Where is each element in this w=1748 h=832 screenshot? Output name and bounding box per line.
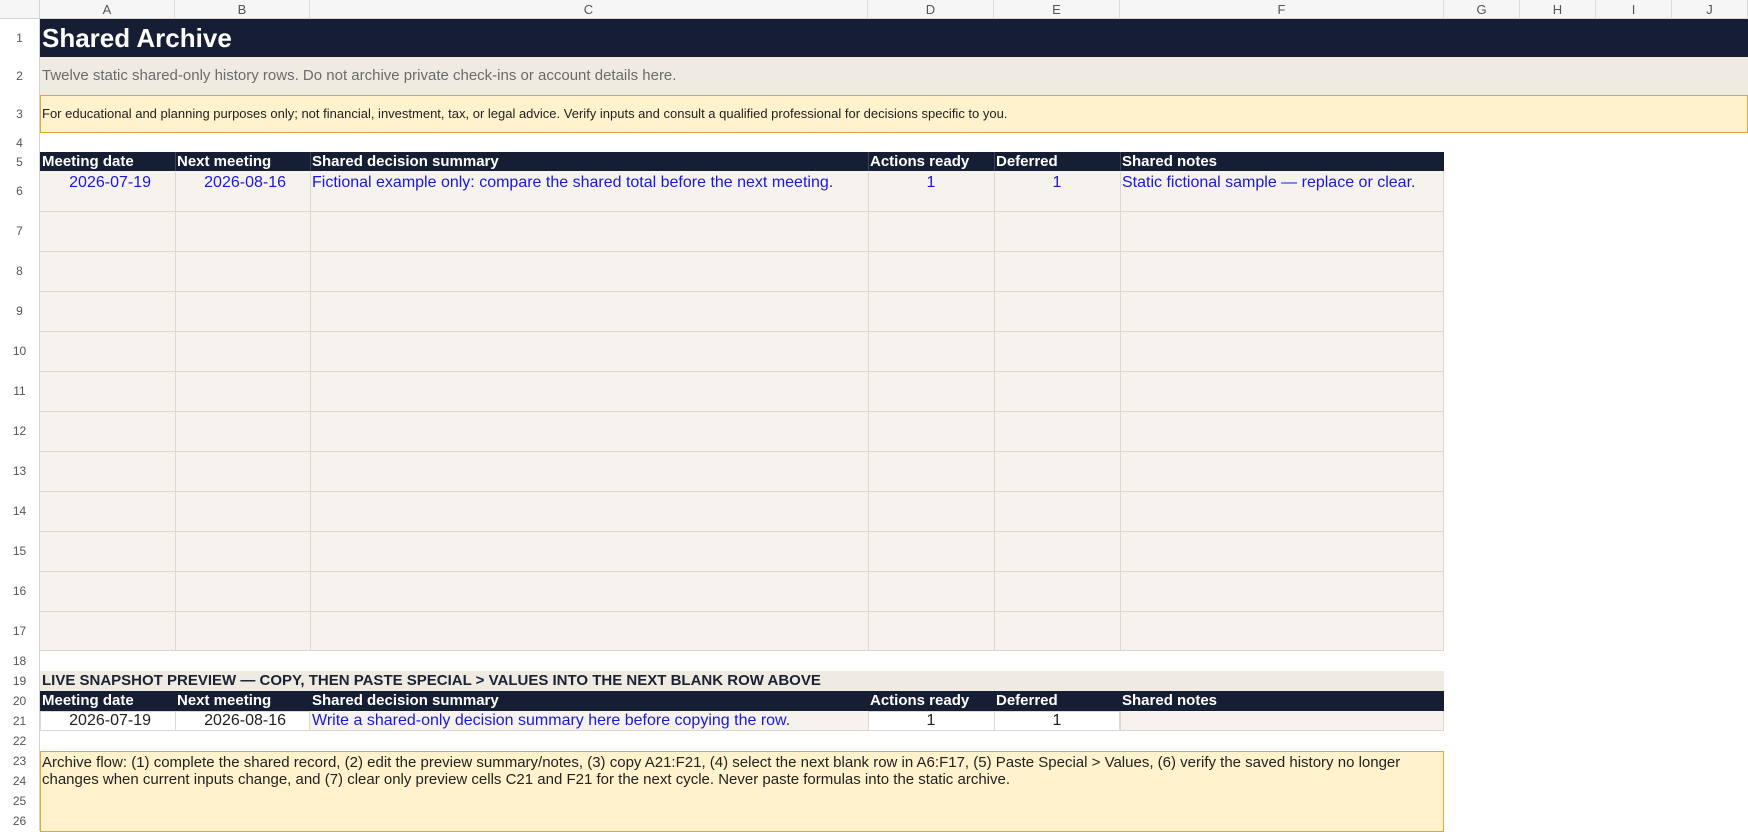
column-header-d[interactable]: D [868, 0, 994, 19]
preview-notes-cell[interactable] [1120, 711, 1444, 731]
preview-title[interactable]: LIVE SNAPSHOT PREVIEW — COPY, THEN PASTE… [40, 671, 1440, 691]
column-header-f[interactable]: F [1120, 0, 1444, 19]
select-all-corner[interactable] [0, 0, 40, 19]
preview-deferred-cell[interactable]: 1 [994, 711, 1120, 731]
archive-actions-ready-cell[interactable]: 1 [868, 171, 994, 195]
preview-actions-ready-cell[interactable]: 1 [868, 711, 994, 731]
header-shared-decision-summary[interactable]: Shared decision summary [310, 152, 868, 171]
row-header-19[interactable]: 19 [0, 671, 40, 691]
row-header-9[interactable]: 9 [0, 291, 40, 331]
row-header-11[interactable]: 11 [0, 371, 40, 411]
row-header-15[interactable]: 15 [0, 531, 40, 571]
column-header-j[interactable]: J [1672, 0, 1748, 19]
gridline [40, 331, 1444, 332]
preview-meeting-date-cell[interactable]: 2026-07-19 [40, 711, 151, 731]
row-header-24[interactable]: 24 [0, 771, 40, 791]
spreadsheet: A B C D E F G H I J 1 2 3 4 5 6 7 8 9 10… [0, 0, 1748, 832]
sheet-title[interactable]: Shared Archive [40, 19, 940, 57]
row-header-2[interactable]: 2 [0, 57, 40, 95]
archive-summary-cell[interactable]: Fictional example only: compare the shar… [310, 171, 868, 195]
archive-meeting-date-cell[interactable]: 2026-07-19 [40, 171, 175, 195]
row-header-7[interactable]: 7 [0, 211, 40, 251]
archive-flow-text[interactable]: Archive flow: (1) complete the shared re… [40, 751, 1444, 832]
header-shared-notes[interactable]: Shared notes [1120, 152, 1444, 171]
row-header-10[interactable]: 10 [0, 331, 40, 371]
archive-deferred-cell[interactable]: 1 [994, 171, 1120, 195]
column-header-c[interactable]: C [310, 0, 868, 19]
gridline [40, 491, 1444, 492]
column-header-a[interactable]: A [40, 0, 175, 19]
row-header-21[interactable]: 21 [0, 711, 40, 731]
header-next-meeting[interactable]: Next meeting [175, 152, 310, 171]
gridline [40, 531, 1444, 532]
gridline [40, 611, 1444, 612]
disclaimer-text[interactable]: For educational and planning purposes on… [40, 95, 1540, 133]
row-header-23[interactable]: 23 [0, 751, 40, 771]
row-header-4[interactable]: 4 [0, 133, 40, 152]
preview-header-notes[interactable]: Shared notes [1120, 691, 1444, 711]
preview-header-meeting-date[interactable]: Meeting date [40, 691, 175, 711]
row-header-1[interactable]: 1 [0, 19, 40, 57]
archive-next-meeting-cell[interactable]: 2026-08-16 [175, 171, 310, 195]
row-header-13[interactable]: 13 [0, 451, 40, 491]
header-deferred[interactable]: Deferred [994, 152, 1120, 171]
gridline [40, 371, 1444, 372]
column-header-g[interactable]: G [1444, 0, 1520, 19]
preview-header-actions-ready[interactable]: Actions ready [868, 691, 994, 711]
preview-header-deferred[interactable]: Deferred [994, 691, 1120, 711]
row-header-25[interactable]: 25 [0, 791, 40, 811]
column-header-e[interactable]: E [994, 0, 1120, 19]
row-header-16[interactable]: 16 [0, 571, 40, 611]
row-header-22[interactable]: 22 [0, 731, 40, 751]
row-header-26[interactable]: 26 [0, 811, 40, 831]
row-header-8[interactable]: 8 [0, 251, 40, 291]
gridline [40, 451, 1444, 452]
gridline [40, 211, 1444, 212]
preview-next-meeting-cell[interactable]: 2026-08-16 [175, 711, 286, 731]
preview-header-summary[interactable]: Shared decision summary [310, 691, 868, 711]
header-meeting-date[interactable]: Meeting date [40, 152, 175, 171]
archive-notes-cell[interactable]: Static fictional sample — replace or cle… [1120, 171, 1444, 195]
row-header-5[interactable]: 5 [0, 152, 40, 171]
column-header-b[interactable]: B [175, 0, 310, 19]
header-actions-ready[interactable]: Actions ready [868, 152, 994, 171]
preview-summary-cell[interactable]: Write a shared-only decision summary her… [310, 711, 868, 731]
gridline [40, 251, 1444, 252]
preview-header-next-meeting[interactable]: Next meeting [175, 691, 310, 711]
column-header-h[interactable]: H [1520, 0, 1596, 19]
gridline [40, 571, 1444, 572]
row-header-6[interactable]: 6 [0, 171, 40, 211]
column-header-i[interactable]: I [1596, 0, 1672, 19]
gridline [40, 411, 1444, 412]
row-header-14[interactable]: 14 [0, 491, 40, 531]
row-header-12[interactable]: 12 [0, 411, 40, 451]
row-header-18[interactable]: 18 [0, 651, 40, 671]
row-header-3[interactable]: 3 [0, 95, 40, 133]
gridline [40, 291, 1444, 292]
sheet-subtitle[interactable]: Twelve static shared-only history rows. … [40, 57, 1440, 95]
row-header-17[interactable]: 17 [0, 611, 40, 651]
row-header-20[interactable]: 20 [0, 691, 40, 711]
